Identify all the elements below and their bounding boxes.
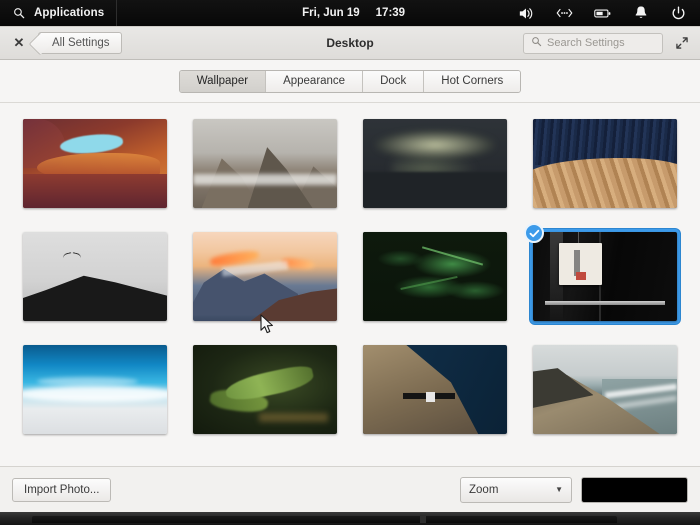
wallpaper-thumbnail [193, 345, 337, 434]
titlebar-actions: Search Settings [523, 33, 691, 54]
system-settings-window: ✕ All Settings Desktop Search Settings [0, 26, 700, 512]
tab-appearance[interactable]: Appearance [266, 71, 363, 92]
search-input[interactable]: Search Settings [523, 33, 663, 54]
wallpaper-thumbnail [363, 345, 507, 434]
chevron-down-icon: ▼ [555, 485, 563, 494]
wallpaper-thumbnail [23, 345, 167, 434]
zoom-mode-select[interactable]: Zoom ▼ [460, 477, 572, 503]
wallpaper-item-elevator-sign[interactable] [530, 229, 680, 324]
applications-label: Applications [34, 7, 104, 19]
dock-item[interactable] [420, 516, 426, 523]
background-color-swatch[interactable] [581, 477, 688, 503]
system-tray [518, 5, 700, 22]
volume-icon[interactable] [518, 5, 535, 22]
screen: Applications Fri, Jun 19 17:39 [0, 0, 700, 525]
battery-icon[interactable] [594, 5, 611, 22]
wallpaper-thumbnail [193, 232, 337, 321]
maximize-icon[interactable] [673, 34, 691, 52]
wallpaper-item-aerial-beach[interactable] [20, 342, 170, 437]
wallpaper-grid [0, 103, 700, 466]
settings-tabbar: Wallpaper Appearance Dock Hot Corners [0, 60, 700, 103]
footer-right-controls: Zoom ▼ [460, 477, 688, 503]
tab-dock[interactable]: Dock [363, 71, 424, 92]
wallpaper-item-coastal-cliff[interactable] [530, 342, 680, 437]
wallpaper-thumbnail [23, 119, 167, 208]
network-icon[interactable] [556, 5, 573, 22]
wallpaper-item-misty-forest[interactable] [360, 116, 510, 211]
time-label: 17:39 [376, 7, 405, 19]
notification-bell-icon[interactable] [632, 5, 649, 22]
wallpaper-item-snowy-peaks[interactable] [190, 116, 340, 211]
all-settings-back-button[interactable]: All Settings [38, 32, 122, 54]
search-placeholder: Search Settings [547, 37, 625, 49]
all-settings-label: All Settings [52, 37, 110, 49]
window-titlebar: ✕ All Settings Desktop Search Settings [0, 27, 700, 60]
system-top-panel: Applications Fri, Jun 19 17:39 [0, 0, 700, 26]
tabs-group: Wallpaper Appearance Dock Hot Corners [179, 70, 522, 93]
wallpaper-item-green-ferns[interactable] [360, 229, 510, 324]
dock-bar[interactable] [32, 516, 617, 523]
close-window-button[interactable]: ✕ [9, 33, 29, 53]
wallpaper-item-wooden-dock[interactable] [530, 116, 680, 211]
wallpaper-thumbnail [363, 119, 507, 208]
tab-hot-corners[interactable]: Hot Corners [424, 71, 520, 92]
clock-area[interactable]: Fri, Jun 19 17:39 [117, 7, 518, 19]
zoom-mode-value: Zoom [469, 484, 498, 496]
date-label: Fri, Jun 19 [302, 7, 360, 19]
wallpaper-thumbnail [533, 345, 677, 434]
wallpaper-item-conifer-branch[interactable] [190, 342, 340, 437]
wallpaper-thumbnail [23, 232, 167, 321]
wallpaper-thumbnail [193, 119, 337, 208]
search-icon [531, 34, 542, 52]
power-icon[interactable] [670, 5, 687, 22]
wallpaper-thumbnail [533, 119, 677, 208]
tab-wallpaper[interactable]: Wallpaper [180, 71, 266, 92]
wallpaper-item-slot-canyon[interactable] [20, 116, 170, 211]
wallpaper-item-bird-over-hill[interactable] [20, 229, 170, 324]
wallpaper-item-sunset-mountains[interactable] [190, 229, 340, 324]
wallpaper-thumbnail [363, 232, 507, 321]
search-icon [10, 5, 27, 22]
selected-check-icon [524, 223, 544, 243]
wallpaper-thumbnail [533, 232, 677, 321]
applications-menu[interactable]: Applications [0, 0, 117, 26]
desktop-dock-strip [0, 512, 700, 525]
window-footer: Import Photo... Zoom ▼ [0, 466, 700, 512]
wallpaper-item-aerial-coastline[interactable] [360, 342, 510, 437]
import-photo-button[interactable]: Import Photo... [12, 478, 111, 502]
